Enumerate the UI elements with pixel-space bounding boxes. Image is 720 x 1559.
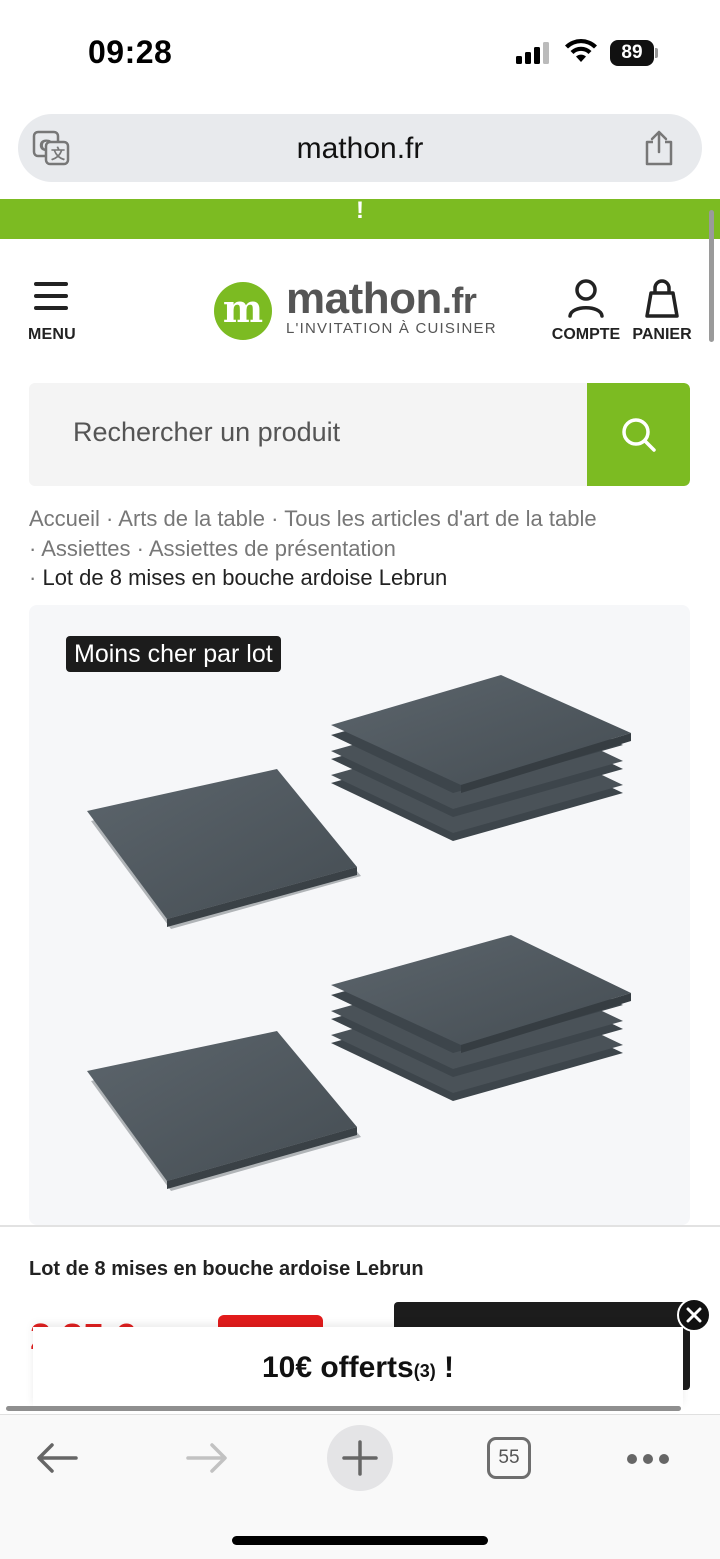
forward-arrow-icon[interactable] (184, 1441, 230, 1475)
breadcrumb-item[interactable]: Tous les articles d'art de la table (284, 506, 596, 531)
close-offer-button[interactable] (677, 1298, 711, 1332)
search-input[interactable]: Rechercher un produit (73, 417, 340, 448)
status-time: 09:28 (88, 34, 173, 70)
promo-banner-text: ! (356, 197, 364, 224)
search-icon (622, 418, 656, 452)
breadcrumb-separator: · (106, 506, 114, 531)
breadcrumb-separator: · (271, 506, 279, 531)
close-icon (686, 1307, 702, 1323)
wifi-icon (565, 39, 597, 62)
user-icon (568, 279, 604, 318)
battery-level: 89 (610, 40, 654, 66)
page-load-progress (6, 1406, 681, 1411)
lot-badge: Moins cher par lot (66, 636, 281, 672)
breadcrumb-current: Lot de 8 mises en bouche ardoise Lebrun (42, 565, 448, 590)
address-bar[interactable]: G 文 mathon.fr (18, 114, 702, 182)
new-tab-button[interactable] (327, 1425, 393, 1491)
share-icon[interactable] (642, 130, 676, 166)
battery-indicator: 89 (610, 40, 658, 66)
more-icon[interactable] (626, 1453, 670, 1465)
tabs-icon[interactable]: 55 (487, 1437, 531, 1479)
home-indicator[interactable] (232, 1536, 488, 1545)
breadcrumb-separator: · (136, 535, 144, 561)
hamburger-icon (34, 282, 68, 310)
bag-icon (645, 279, 679, 318)
search-bar[interactable]: Rechercher un produit (29, 383, 690, 486)
plus-icon (342, 1440, 378, 1476)
breadcrumb-item[interactable]: Assiettes (41, 536, 130, 561)
breadcrumb-item[interactable]: Assiettes de présentation (149, 536, 396, 561)
url-text[interactable]: mathon.fr (18, 132, 702, 166)
logo-tagline: L'INVITATION À CUISINER (286, 320, 497, 337)
promo-banner[interactable]: ! (0, 197, 720, 239)
menu-label: MENU (28, 326, 76, 343)
logo-mark: m (214, 282, 272, 340)
offer-popup[interactable]: 10€ offerts(3) ! (33, 1327, 683, 1407)
product-image[interactable] (29, 605, 690, 1225)
status-bar: 09:28 89 (0, 0, 720, 100)
scrollbar[interactable] (709, 210, 714, 342)
site-logo[interactable]: m mathon.fr L'INVITATION À CUISINER (214, 274, 514, 342)
menu-button[interactable]: MENU (28, 282, 84, 344)
cart-label: PANIER (632, 326, 692, 343)
cellular-signal-icon (516, 42, 549, 64)
offer-text: 10€ offerts(3) ! (261, 1351, 455, 1384)
account-label: COMPTE (551, 326, 621, 343)
logo-name: mathon.fr (286, 274, 477, 323)
cart-button[interactable]: PANIER (630, 278, 694, 344)
breadcrumb-separator: · (29, 535, 37, 561)
breadcrumb-separator: · (29, 565, 37, 590)
back-arrow-icon[interactable] (34, 1441, 80, 1475)
search-button[interactable] (587, 383, 690, 486)
breadcrumb-item[interactable]: Arts de la table (118, 506, 265, 531)
page: 09:28 89 G 文 mathon.fr (0, 0, 720, 1559)
breadcrumb-item[interactable]: Accueil (29, 506, 100, 531)
breadcrumb: Accueil · Arts de la table · Tous les ar… (29, 504, 699, 593)
sticky-product-title: Lot de 8 mises en bouche ardoise Lebrun (29, 1258, 424, 1280)
account-button[interactable]: COMPTE (550, 278, 622, 344)
